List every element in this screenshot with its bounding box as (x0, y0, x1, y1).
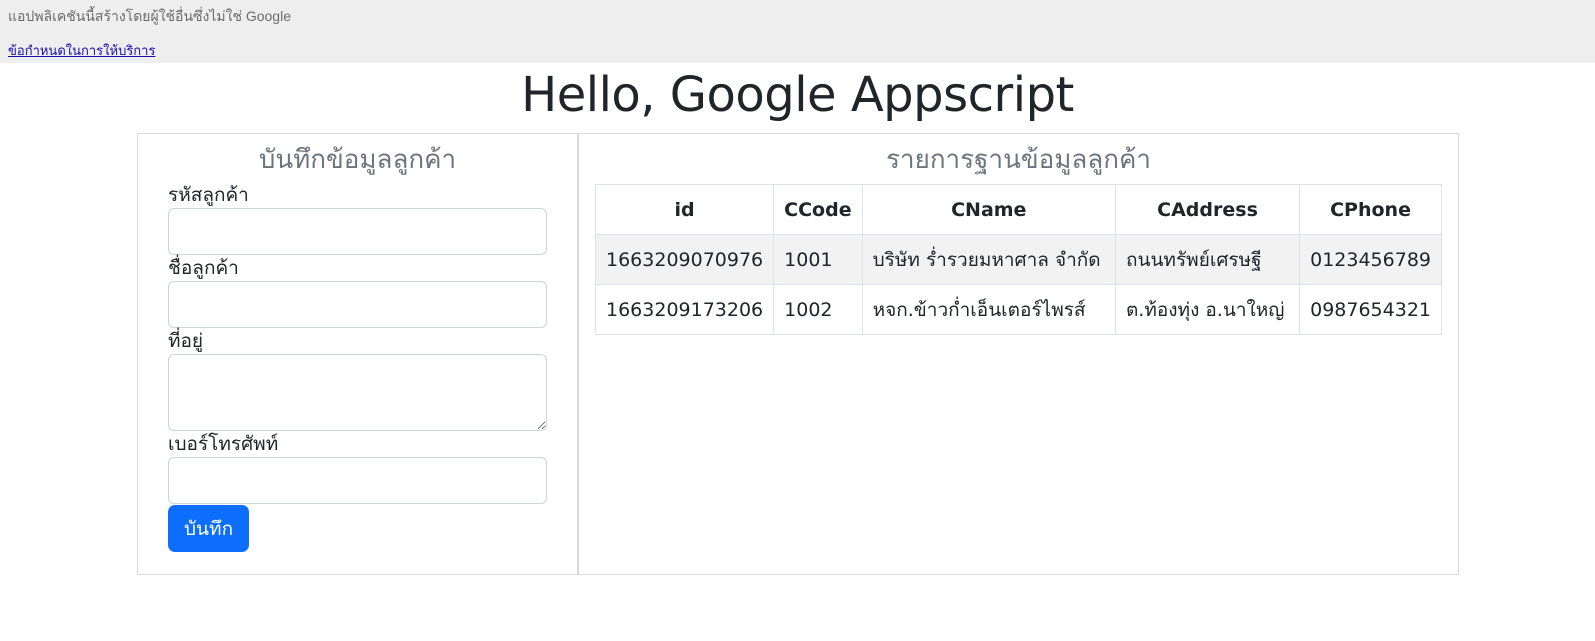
cell-id: 1663209173206 (594, 284, 775, 335)
cell-cphone: 0987654321 (1299, 284, 1442, 335)
terms-of-service-link[interactable]: ข้อกำหนดในการให้บริการ (8, 40, 155, 61)
phone-label: เบอร์โทรศัพท์ (168, 433, 279, 455)
phone-input[interactable] (168, 457, 547, 504)
cell-ccode: 1001 (773, 234, 863, 285)
cell-cname: หจก.ข้าวก่ำเอ็นเตอร์ไพรส์ (861, 284, 1116, 335)
cell-cphone: 0123456789 (1299, 234, 1442, 285)
column-header-ccode: CCode (773, 184, 863, 235)
google-warning-bar: แอปพลิเคชันนี้สร้างโดยผู้ใช้อื่นซึ่งไม่ใ… (0, 0, 1595, 63)
customer-table: id CCode CName CAddress CPhone 166320907… (594, 184, 1442, 335)
cell-ccode: 1002 (773, 284, 863, 335)
page-title: Hello, Google Appscript (521, 67, 1074, 123)
cell-id: 1663209070976 (594, 234, 775, 285)
customer-form-panel: บันทึกข้อมูลลูกค้า รหัสลูกค้า ชื่อลูกค้า… (138, 134, 579, 574)
address-label: ที่อยู่ (168, 330, 204, 352)
google-notice-text: แอปพลิเคชันนี้สร้างโดยผู้ใช้อื่นซึ่งไม่ใ… (8, 8, 291, 24)
customer-code-input[interactable] (168, 208, 547, 255)
cell-caddress: ต.ท้องทุ่ง อ.นาใหญ่ (1114, 284, 1301, 335)
column-header-caddress: CAddress (1114, 184, 1301, 235)
cell-caddress: ถนนทรัพย์เศรษฐี (1114, 234, 1301, 285)
customer-name-label: ชื่อลูกค้า (168, 257, 239, 279)
table-row: 1663209070976 1001 บริษัท ร่ำรวยมหาศาล จ… (594, 234, 1442, 285)
table-row: 1663209173206 1002 หจก.ข้าวก่ำเอ็นเตอร์ไ… (594, 284, 1442, 335)
form-title: บันทึกข้อมูลลูกค้า (258, 145, 457, 175)
customer-name-input[interactable] (168, 281, 547, 328)
column-header-id: id (594, 184, 775, 235)
list-title: รายการฐานข้อมูลลูกค้า (886, 145, 1151, 175)
column-header-cname: CName (861, 184, 1116, 235)
cell-cname: บริษัท ร่ำรวยมหาศาล จำกัด (861, 234, 1116, 285)
table-header-row: id CCode CName CAddress CPhone (594, 184, 1442, 235)
save-button[interactable]: บันทึก (168, 505, 250, 552)
column-header-cphone: CPhone (1299, 184, 1442, 235)
customer-list-panel: รายการฐานข้อมูลลูกค้า id CCode CName CAd… (579, 134, 1458, 574)
address-textarea[interactable] (168, 354, 547, 431)
main-container: บันทึกข้อมูลลูกค้า รหัสลูกค้า ชื่อลูกค้า… (137, 133, 1459, 575)
customer-code-label: รหัสลูกค้า (168, 184, 249, 206)
